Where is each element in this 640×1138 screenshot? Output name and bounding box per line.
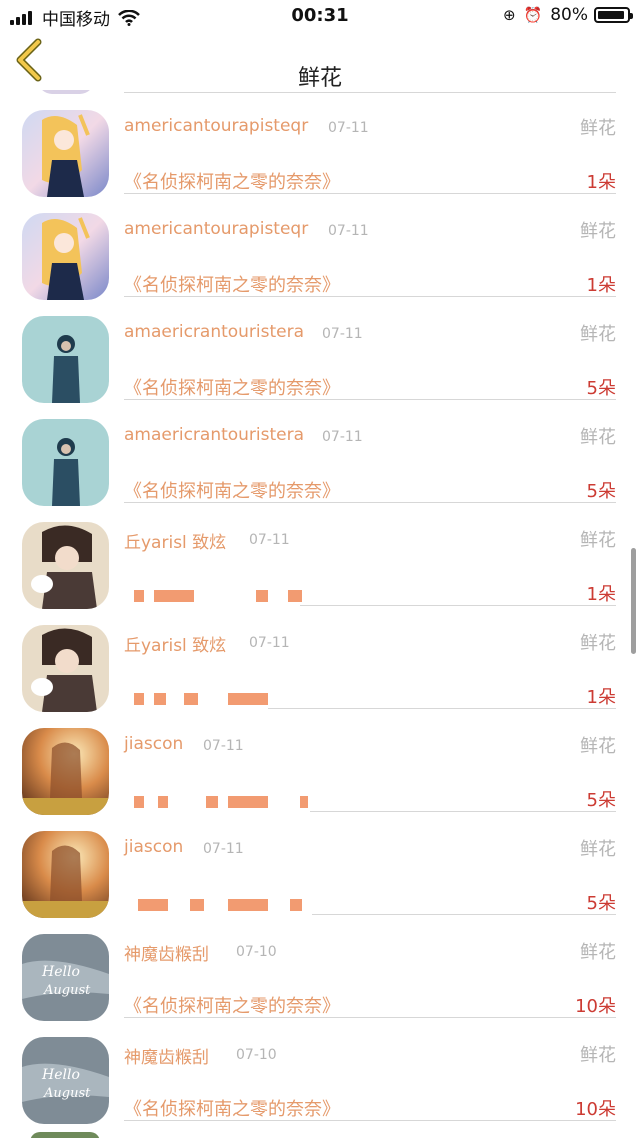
- svg-text:Hello: Hello: [41, 1067, 80, 1083]
- list-item[interactable]: americantourapisteqr 07-11 鲜花 《名侦探柯南之零的奈…: [0, 193, 640, 300]
- gift-date: 07-11: [322, 326, 363, 342]
- gift-type: 鲜花: [580, 530, 616, 551]
- flower-count: 1朵: [586, 584, 616, 605]
- gift-date: 07-11: [249, 635, 290, 651]
- flower-count: 10朵: [575, 996, 616, 1017]
- username: 神魔齿糇刮: [124, 1048, 209, 1068]
- gift-type: 鲜花: [580, 633, 616, 654]
- gift-type: 鲜花: [580, 324, 616, 345]
- list-item[interactable]: 丘yarisl 致炫 07-11 鲜花 1朵: [0, 502, 640, 609]
- user-avatar[interactable]: [22, 110, 109, 197]
- redacted-work-title: [124, 796, 324, 810]
- gift-list[interactable]: americantourapisteqr 07-11 鲜花 《名侦探柯南之零的奈…: [0, 90, 640, 1138]
- work-title: 《名侦探柯南之零的奈奈》: [124, 378, 340, 399]
- flower-count: 5朵: [586, 378, 616, 399]
- list-item[interactable]: jiascon 07-11 鲜花 5朵: [0, 708, 640, 815]
- flower-count: 1朵: [586, 275, 616, 296]
- list-item[interactable]: americantourapisteqr 07-11 鲜花 《名侦探柯南之零的奈…: [0, 90, 640, 197]
- flower-count: 5朵: [586, 790, 616, 811]
- alarm-icon: ⏰: [523, 6, 543, 24]
- work-title: 《名侦探柯南之零的奈奈》: [124, 1099, 340, 1120]
- flower-count: 10朵: [575, 1099, 616, 1120]
- flower-count: 5朵: [586, 481, 616, 502]
- gift-type: 鲜花: [580, 942, 616, 963]
- battery-icon: [594, 7, 633, 23]
- list-item[interactable]: jiascon 07-11 鲜花 5朵: [0, 811, 640, 918]
- username: amaericrantouristera: [124, 322, 305, 342]
- user-avatar[interactable]: [22, 831, 109, 918]
- gift-date: 07-11: [328, 223, 369, 239]
- user-avatar[interactable]: Hello August: [22, 1037, 109, 1124]
- list-item[interactable]: Hello August 神魔齿糇刮 07-10 鲜花 《名侦探柯南之零的奈奈》…: [0, 1017, 640, 1124]
- scrollbar[interactable]: [631, 548, 636, 654]
- list-item[interactable]: Hello August 神魔齿糇刮 07-10 鲜花 《名侦探柯南之零的奈奈》…: [0, 914, 640, 1021]
- gift-date: 07-11: [203, 841, 244, 857]
- user-avatar[interactable]: Hello August: [22, 934, 109, 1021]
- battery-percent: 80%: [550, 5, 588, 25]
- username: jiascon: [124, 837, 184, 857]
- list-item[interactable]: 丘yarisl 致炫 07-11 鲜花 1朵: [0, 605, 640, 712]
- gift-type: 鲜花: [580, 118, 616, 139]
- gift-date: 07-10: [236, 944, 277, 960]
- username: jiascon: [124, 734, 184, 754]
- username: amaericrantouristera: [124, 425, 305, 445]
- status-right: ⊕ ⏰ 80%: [502, 5, 633, 25]
- gift-type: 鲜花: [580, 1045, 616, 1066]
- gift-date: 07-11: [322, 429, 363, 445]
- gift-date: 07-11: [328, 120, 369, 136]
- redacted-work-title: [124, 693, 324, 707]
- svg-text:August: August: [43, 1086, 91, 1101]
- flower-count: 5朵: [586, 893, 616, 914]
- gift-type: 鲜花: [580, 221, 616, 242]
- username: 神魔齿糇刮: [124, 945, 209, 965]
- gift-date: 07-11: [203, 738, 244, 754]
- work-title: 《名侦探柯南之零的奈奈》: [124, 996, 340, 1017]
- work-title: 《名侦探柯南之零的奈奈》: [124, 481, 340, 502]
- username: americantourapisteqr: [124, 219, 309, 239]
- svg-text:Hello: Hello: [41, 964, 80, 980]
- gift-type: 鲜花: [580, 839, 616, 860]
- svg-text:August: August: [43, 983, 91, 998]
- flower-count: 1朵: [586, 687, 616, 708]
- flower-count: 1朵: [586, 172, 616, 193]
- row-divider: [124, 1120, 616, 1121]
- list-item[interactable]: amaericrantouristera 07-11 鲜花 《名侦探柯南之零的奈…: [0, 296, 640, 403]
- user-avatar[interactable]: [22, 522, 109, 609]
- gift-date: 07-10: [236, 1047, 277, 1063]
- gift-date: 07-11: [249, 532, 290, 548]
- work-title: 《名侦探柯南之零的奈奈》: [124, 275, 340, 296]
- user-avatar[interactable]: [22, 625, 109, 712]
- page-title: 鲜花: [297, 66, 342, 91]
- list-item[interactable]: amaericrantouristera 07-11 鲜花 《名侦探柯南之零的奈…: [0, 399, 640, 506]
- nav-bar: 鲜花: [0, 32, 640, 91]
- redacted-work-title: [124, 899, 324, 913]
- work-title: 《名侦探柯南之零的奈奈》: [124, 172, 340, 193]
- user-avatar[interactable]: [22, 419, 109, 506]
- username: 丘yarisl 致炫: [124, 533, 227, 553]
- user-avatar[interactable]: [22, 213, 109, 300]
- username: americantourapisteqr: [124, 116, 309, 136]
- rotation-lock-icon: ⊕: [502, 6, 516, 24]
- username: 丘yarisl 致炫: [124, 636, 227, 656]
- gift-type: 鲜花: [580, 427, 616, 448]
- user-avatar[interactable]: [22, 728, 109, 815]
- user-avatar[interactable]: [22, 316, 109, 403]
- gift-type: 鲜花: [580, 736, 616, 757]
- partial-avatar: [30, 1132, 100, 1138]
- redacted-work-title: [124, 590, 324, 604]
- status-bar: 中国移动 00:31 ⊕ ⏰ 80%: [0, 0, 640, 32]
